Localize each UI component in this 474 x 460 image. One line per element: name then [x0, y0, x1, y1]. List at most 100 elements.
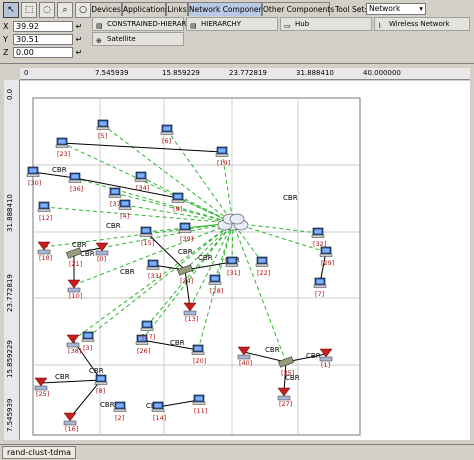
ruler-tick-label: 0: [24, 69, 29, 77]
link-label: CBR: [120, 268, 135, 276]
palette-label: HIERARCHY: [201, 20, 242, 28]
link-label: CBR: [265, 346, 280, 354]
node-id-label: [38]: [68, 347, 81, 355]
node-id-label: [15]: [141, 239, 154, 247]
node-id-label: [24]: [180, 277, 193, 285]
node-id-label: [2]: [115, 414, 124, 422]
node-id-label: [14]: [153, 414, 166, 422]
node-id-label: [18]: [39, 254, 52, 262]
node-id-label: [16]: [65, 425, 78, 433]
x-coord-label: X: [3, 21, 9, 31]
vertical-ruler: 0.0 31.888410 23.772819 15.859229 7.5459…: [4, 80, 20, 440]
palette-hierarchy[interactable]: ▤ HIERARCHY: [186, 17, 278, 31]
x-coord-row: X 39.92 ↵: [3, 20, 85, 32]
status-bar: rand-clust-tdma: [0, 444, 474, 460]
ruler-tick-label: 15.859229: [162, 69, 200, 77]
node-id-label: [21]: [69, 260, 82, 268]
node-id-label: [39]: [180, 235, 193, 243]
palette-label: Wireless Network: [389, 20, 450, 28]
node-id-label: [31]: [227, 269, 240, 277]
link-label: CBR: [106, 222, 121, 230]
rect-select-tool-icon[interactable]: ⬚: [21, 2, 37, 18]
node-id-label: [10]: [69, 292, 82, 300]
enter-icon[interactable]: ↵: [73, 48, 85, 57]
enter-icon[interactable]: ↵: [73, 22, 85, 31]
ruler-tick-label: 0.0: [6, 88, 14, 100]
ruler-tick-label: 15.859229: [6, 340, 14, 378]
wireless-network-icon: ⌇: [378, 22, 382, 30]
satellite-icon: ⊕: [96, 37, 102, 45]
zoom-tool-icon[interactable]: ⌕: [57, 2, 73, 18]
node-id-label: [8]: [96, 387, 105, 395]
node-id-label: [1]: [321, 361, 330, 369]
palette-hub[interactable]: ▭ Hub: [280, 17, 372, 31]
node-id-label: [23]: [57, 150, 70, 158]
enter-icon[interactable]: ↵: [73, 35, 85, 44]
tab-other-components[interactable]: Other Components: [262, 2, 334, 16]
link-label: CBR: [52, 166, 67, 174]
pointer-tool-icon[interactable]: ↖: [3, 2, 19, 18]
link-label: CBR: [100, 401, 115, 409]
node-id-label: [27]: [279, 400, 292, 408]
node-id-label: [13]: [185, 315, 198, 323]
node-id-label: [30]: [28, 179, 41, 187]
network-diagram[interactable]: CBRCBRCBRCBR CBRCBRCBRCBRCBRCBRCBRCBRCBRC…: [20, 81, 470, 440]
node-id-label: [25]: [36, 390, 49, 398]
scenario-tab[interactable]: rand-clust-tdma: [2, 446, 77, 459]
lasso-select-tool-icon[interactable]: ◌: [39, 2, 55, 18]
node-id-label: [26]: [137, 347, 150, 355]
palette-label: Satellite: [107, 35, 136, 43]
network-canvas[interactable]: CBR CBR CBR CBR CBR CBR CBR CBR CBR CBR CBR CBR CBR C…: [20, 81, 470, 440]
horizontal-ruler: 0 7.545939 15.859229 23.772819 31.888410…: [20, 68, 470, 80]
node-id-label: [5]: [98, 132, 107, 140]
node-id-label: [6]: [162, 137, 171, 145]
link-label: CBR: [80, 250, 95, 258]
palette-wireless-network[interactable]: ⌇ Wireless Network: [374, 17, 470, 31]
tab-devices[interactable]: Devices: [90, 2, 122, 16]
ruler-tick-label: 23.772819: [6, 274, 14, 312]
tab-applications[interactable]: Applications: [122, 2, 169, 16]
link-label: CBR: [170, 339, 185, 347]
node-id-label: [17]: [142, 333, 155, 341]
toolset-label: Tool Set:: [335, 5, 367, 14]
node-id-label: [19]: [217, 159, 230, 167]
y-coord-row: Y 30.51 ↵: [3, 33, 85, 45]
palette-constrained-hierarchy[interactable]: ▤ CONSTRAINED-HIERARCHY: [92, 17, 200, 31]
hierarchy-icon: ▤: [190, 22, 197, 30]
node-id-label: [35]: [281, 369, 294, 377]
node-id-label: [20]: [193, 357, 206, 365]
link-label: CBR: [283, 194, 298, 202]
ruler-tick-label: 23.772819: [229, 69, 267, 77]
node-id-label: [28]: [210, 287, 223, 295]
node-id-label: [12]: [39, 214, 52, 222]
z-coord-label: Z: [3, 47, 9, 57]
node-id-label: [9]: [173, 205, 182, 213]
tab-links[interactable]: Links: [166, 2, 188, 16]
toolset-select[interactable]: Network ▾: [366, 3, 426, 15]
ruler-tick-label: 40.000000: [363, 69, 401, 77]
node-id-label: [33]: [148, 272, 161, 280]
y-coord-input[interactable]: 30.51: [13, 33, 73, 45]
ellipse-tool-icon[interactable]: ○: [75, 2, 91, 18]
node-id-label: [34]: [136, 184, 149, 192]
node-id-label: [29]: [321, 259, 334, 267]
z-coord-row: Z 0.00 ↵: [3, 46, 85, 58]
ruler-tick-label: 7.545939: [6, 398, 14, 432]
node-id-label: [36]: [70, 185, 83, 193]
palette-satellite[interactable]: ⊕ Satellite: [92, 32, 184, 46]
tab-network-components[interactable]: Network Components: [188, 2, 270, 16]
y-coord-label: Y: [3, 34, 8, 44]
link-label: CBR: [55, 373, 70, 381]
link-label: CBR: [306, 352, 321, 360]
node-id-label: [7]: [315, 290, 324, 298]
node-id-label: [4]: [120, 212, 129, 220]
node-id-label: [3]: [83, 344, 92, 352]
hub-icon: ▭: [284, 22, 291, 30]
hierarchy-icon: ▤: [96, 22, 103, 30]
ruler-tick-label: 31.888410: [6, 194, 14, 232]
toolbar: ↖ ⬚ ◌ ⌕ ○ X 39.92 ↵ Y 30.51 ↵ Z 0.00 ↵ D…: [0, 0, 474, 64]
node-id-label: [11]: [194, 407, 207, 415]
x-coord-input[interactable]: 39.92: [13, 20, 73, 32]
link-label: CBR: [198, 254, 213, 262]
z-coord-input[interactable]: 0.00: [13, 46, 73, 58]
